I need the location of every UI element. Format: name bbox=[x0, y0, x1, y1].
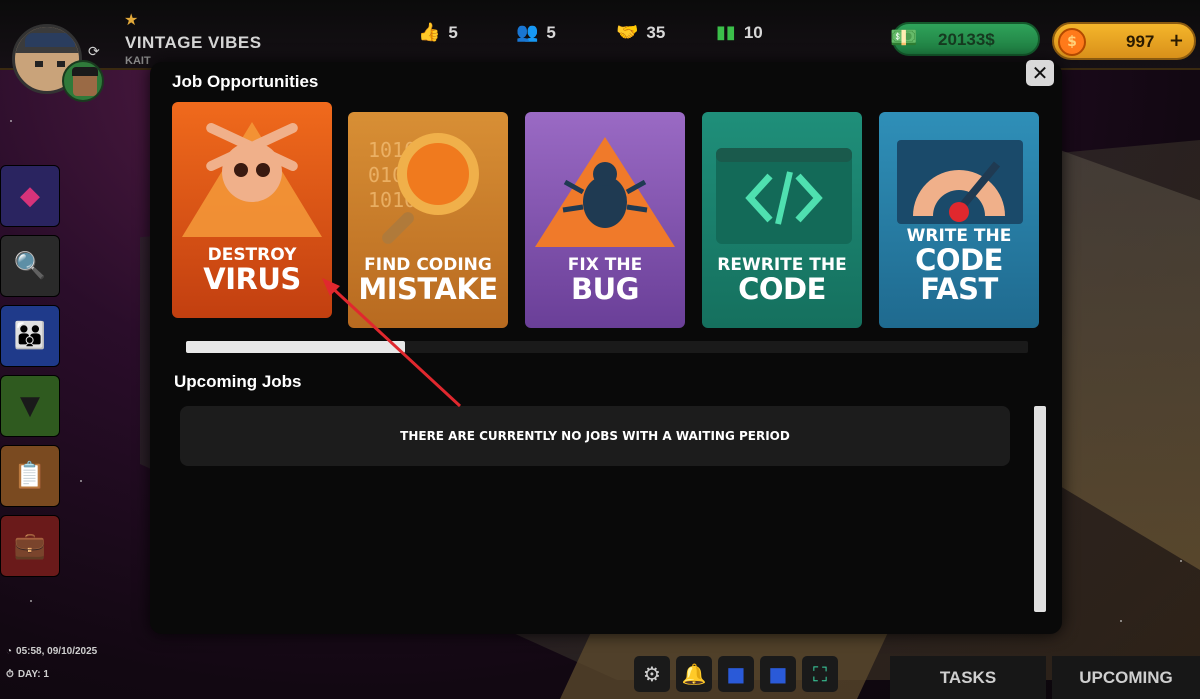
job-card-find-coding-mistake[interactable]: 101010 010101 10101 FIND CODING MISTAKE bbox=[348, 112, 508, 328]
handshake-icon: 🤝 bbox=[616, 22, 639, 43]
card-title-main: VIRUS bbox=[203, 262, 301, 296]
cube-icon: ■ bbox=[726, 662, 746, 686]
cash-icon: 💵 bbox=[890, 26, 918, 51]
empty-jobs-message: THERE ARE CURRENTLY NO JOBS WITH A WAITI… bbox=[180, 406, 1010, 466]
code-window-icon bbox=[716, 148, 852, 244]
job-cards: DESTROY VIRUS 101010 010101 10101 FIND C… bbox=[172, 102, 1042, 332]
stat-level[interactable]: ▮▮ 10 bbox=[716, 22, 763, 43]
card-title-main: BUG bbox=[571, 272, 639, 306]
bell-icon: 🔔 bbox=[681, 662, 707, 686]
sidebar-item-search[interactable]: 🔍 bbox=[0, 235, 60, 297]
left-sidebar: ◆ 🔍 👪 ▼ 📋 💼 bbox=[0, 165, 62, 585]
coin-balance[interactable]: $ 997 + bbox=[1052, 22, 1196, 60]
partner-avatar[interactable] bbox=[62, 60, 104, 102]
people-icon: 👥 bbox=[516, 22, 539, 43]
magnifier-code-icon: 101010 010101 10101 bbox=[368, 133, 479, 244]
add-build-button[interactable]: ■ bbox=[760, 656, 796, 692]
gear-icon: ⚙ bbox=[643, 662, 661, 686]
modal-title: Job Opportunities bbox=[172, 72, 319, 91]
sidebar-item-tasks[interactable]: 📋 bbox=[0, 445, 60, 507]
coin-value: 997 bbox=[1126, 32, 1155, 51]
magnifier-icon: 🔍 bbox=[13, 251, 47, 281]
stat-likes[interactable]: 👍 5 bbox=[418, 22, 458, 43]
clock-icon: ◔ bbox=[6, 646, 13, 657]
sidebar-item-rooms[interactable]: ◆ bbox=[0, 165, 60, 227]
sidebar-item-staff[interactable]: 👪 bbox=[0, 305, 60, 367]
job-card-write-the-code-fast[interactable]: WRITE THE CODE FAST bbox=[879, 112, 1039, 328]
star-icon: ★ bbox=[124, 10, 139, 29]
sidebar-item-jobs[interactable]: 💼 bbox=[0, 515, 60, 577]
thumbs-up-icon: 👍 bbox=[418, 22, 441, 43]
job-card-fix-the-bug[interactable]: FIX THE BUG bbox=[525, 112, 685, 328]
company-name: VINTAGE VIBES bbox=[125, 33, 262, 52]
focus-button[interactable]: ⛶ bbox=[802, 656, 838, 692]
coin-icon: $ bbox=[1058, 28, 1086, 56]
job-opportunities-modal: Job Opportunities ✕ DESTROY VIRUS 101010… bbox=[150, 60, 1062, 634]
cube-plus-icon: ■ bbox=[768, 662, 788, 686]
card-title-main: CODE FAST bbox=[915, 243, 1003, 306]
build-button[interactable]: ■ bbox=[718, 656, 754, 692]
stat-level-value: 10 bbox=[743, 22, 763, 42]
wallet-icon: ▼ bbox=[20, 391, 40, 421]
star bbox=[30, 600, 32, 602]
stat-deals-value: 35 bbox=[646, 22, 666, 42]
sidebar-item-wallet[interactable]: ▼ bbox=[0, 375, 60, 437]
money-balance[interactable]: 💵 20133$ bbox=[890, 22, 1040, 56]
star bbox=[10, 120, 12, 122]
stat-employees-value: 5 bbox=[546, 22, 556, 42]
focus-frame-icon: ⛶ bbox=[813, 662, 827, 686]
notifications-button[interactable]: 🔔 bbox=[676, 656, 712, 692]
cube-icon: ◆ bbox=[20, 181, 40, 211]
team-icon: 👪 bbox=[13, 321, 47, 351]
card-title-main: MISTAKE bbox=[358, 272, 498, 306]
skull-icon bbox=[182, 122, 322, 237]
close-button[interactable]: ✕ bbox=[1026, 60, 1054, 86]
add-coins-button[interactable]: + bbox=[1169, 30, 1184, 51]
carousel-scrollbar[interactable] bbox=[186, 341, 1028, 353]
job-card-rewrite-the-code[interactable]: REWRITE THE CODE bbox=[702, 112, 862, 328]
bug-icon bbox=[535, 137, 675, 247]
carousel-scroll-thumb[interactable] bbox=[186, 341, 405, 353]
star bbox=[1180, 560, 1182, 562]
settings-button[interactable]: ⚙ bbox=[634, 656, 670, 692]
game-clock: ◔ 05:58, 09/10/2025 bbox=[6, 646, 97, 657]
bar-chart-icon: ▮▮ bbox=[716, 22, 736, 43]
swap-icon[interactable]: ⟳ bbox=[88, 44, 100, 60]
star bbox=[80, 480, 82, 482]
tab-upcoming[interactable]: UPCOMING bbox=[1052, 656, 1200, 699]
stat-employees[interactable]: 👥 5 bbox=[516, 22, 556, 43]
company-subtitle: KAIT bbox=[125, 55, 151, 67]
job-card-destroy-virus[interactable]: DESTROY VIRUS bbox=[172, 102, 332, 318]
bottom-toolbar: ⚙ 🔔 ■ ■ ⛶ bbox=[634, 656, 838, 692]
card-title-main: CODE bbox=[738, 272, 826, 306]
stat-likes-value: 5 bbox=[448, 22, 458, 42]
star bbox=[1120, 620, 1122, 622]
day-value: DAY: 1 bbox=[17, 669, 49, 680]
clipboard-icon: 📋 bbox=[13, 461, 47, 491]
stat-deals[interactable]: 🤝 35 bbox=[616, 22, 665, 43]
upcoming-scrollbar[interactable] bbox=[1034, 406, 1046, 612]
upcoming-jobs-title: Upcoming Jobs bbox=[174, 372, 302, 391]
tab-tasks[interactable]: TASKS bbox=[890, 656, 1046, 699]
day-counter: ⏱ DAY: 1 bbox=[6, 669, 49, 680]
money-value: 20133$ bbox=[938, 30, 995, 49]
timer-icon: ⏱ bbox=[6, 669, 14, 680]
top-bar: ⟳ ★ VINTAGE VIBES KAIT 👍 5 👥 5 🤝 35 ▮▮ 1… bbox=[0, 0, 1200, 102]
clock-value: 05:58, 09/10/2025 bbox=[16, 646, 98, 657]
speedometer-icon bbox=[897, 140, 1023, 224]
briefcase-icon: 💼 bbox=[13, 531, 47, 561]
